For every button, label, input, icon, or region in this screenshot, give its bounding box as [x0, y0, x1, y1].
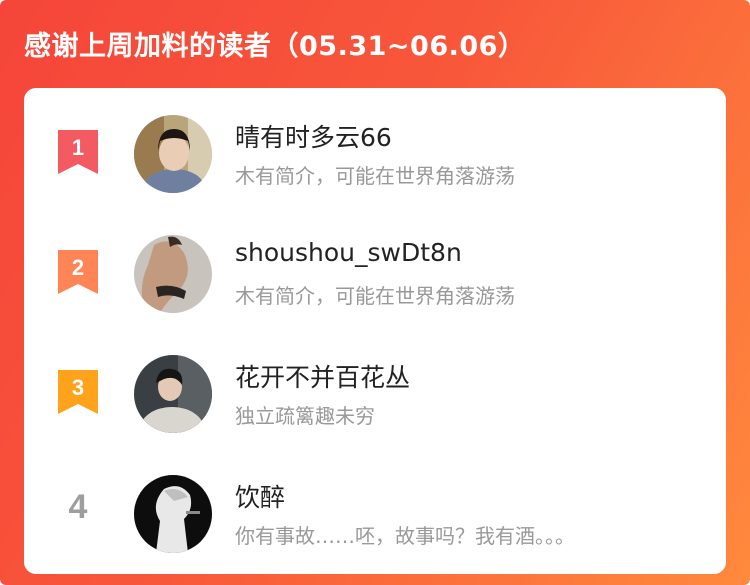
rank-number: 1 [72, 135, 84, 160]
rank-number: 2 [72, 255, 84, 280]
rank-badge-1: 1 [58, 130, 98, 174]
reader-row[interactable]: 3 花开不并百花丛 独立疏篱趣未穷 [24, 340, 726, 440]
reader-avatar[interactable] [134, 475, 212, 553]
reader-name[interactable]: shoushou_swDt8n [235, 238, 462, 267]
readers-panel: 感谢上周加料的读者（05.31~06.06） 1 晴有时多云66 木有简介，可能… [0, 0, 750, 585]
rank-number: 4 [68, 488, 88, 526]
rank-badge-2: 2 [58, 250, 98, 294]
reader-row[interactable]: 2 shoushou_swDt8n 木有简介，可能在世界角落游荡 [24, 220, 726, 320]
reader-row[interactable]: 1 晴有时多云66 木有简介，可能在世界角落游荡 [24, 100, 726, 200]
reader-avatar[interactable] [134, 235, 212, 313]
panel-title: 感谢上周加料的读者（05.31~06.06） [24, 31, 526, 62]
reader-name[interactable]: 花开不并百花丛 [235, 358, 410, 394]
rank-number: 3 [72, 375, 84, 400]
reader-name[interactable]: 饮醉 [235, 478, 285, 514]
reader-bio: 木有简介，可能在世界角落游荡 [235, 164, 515, 188]
reader-avatar[interactable] [134, 115, 212, 193]
rank-badge-3: 3 [58, 370, 98, 414]
reader-bio: 你有事故……呸，故事吗？我有酒。。。 [235, 524, 575, 548]
reader-avatar[interactable] [134, 355, 212, 433]
reader-name[interactable]: 晴有时多云66 [235, 118, 392, 154]
reader-bio: 独立疏篱趣未穷 [235, 404, 375, 428]
reader-bio: 木有简介，可能在世界角落游荡 [235, 284, 515, 308]
readers-card: 1 晴有时多云66 木有简介，可能在世界角落游荡 2 shoushou_swDt… [24, 88, 726, 574]
reader-row[interactable]: 4 饮醉 你有事故……呸，故事吗？我有酒。。。 [24, 460, 726, 560]
